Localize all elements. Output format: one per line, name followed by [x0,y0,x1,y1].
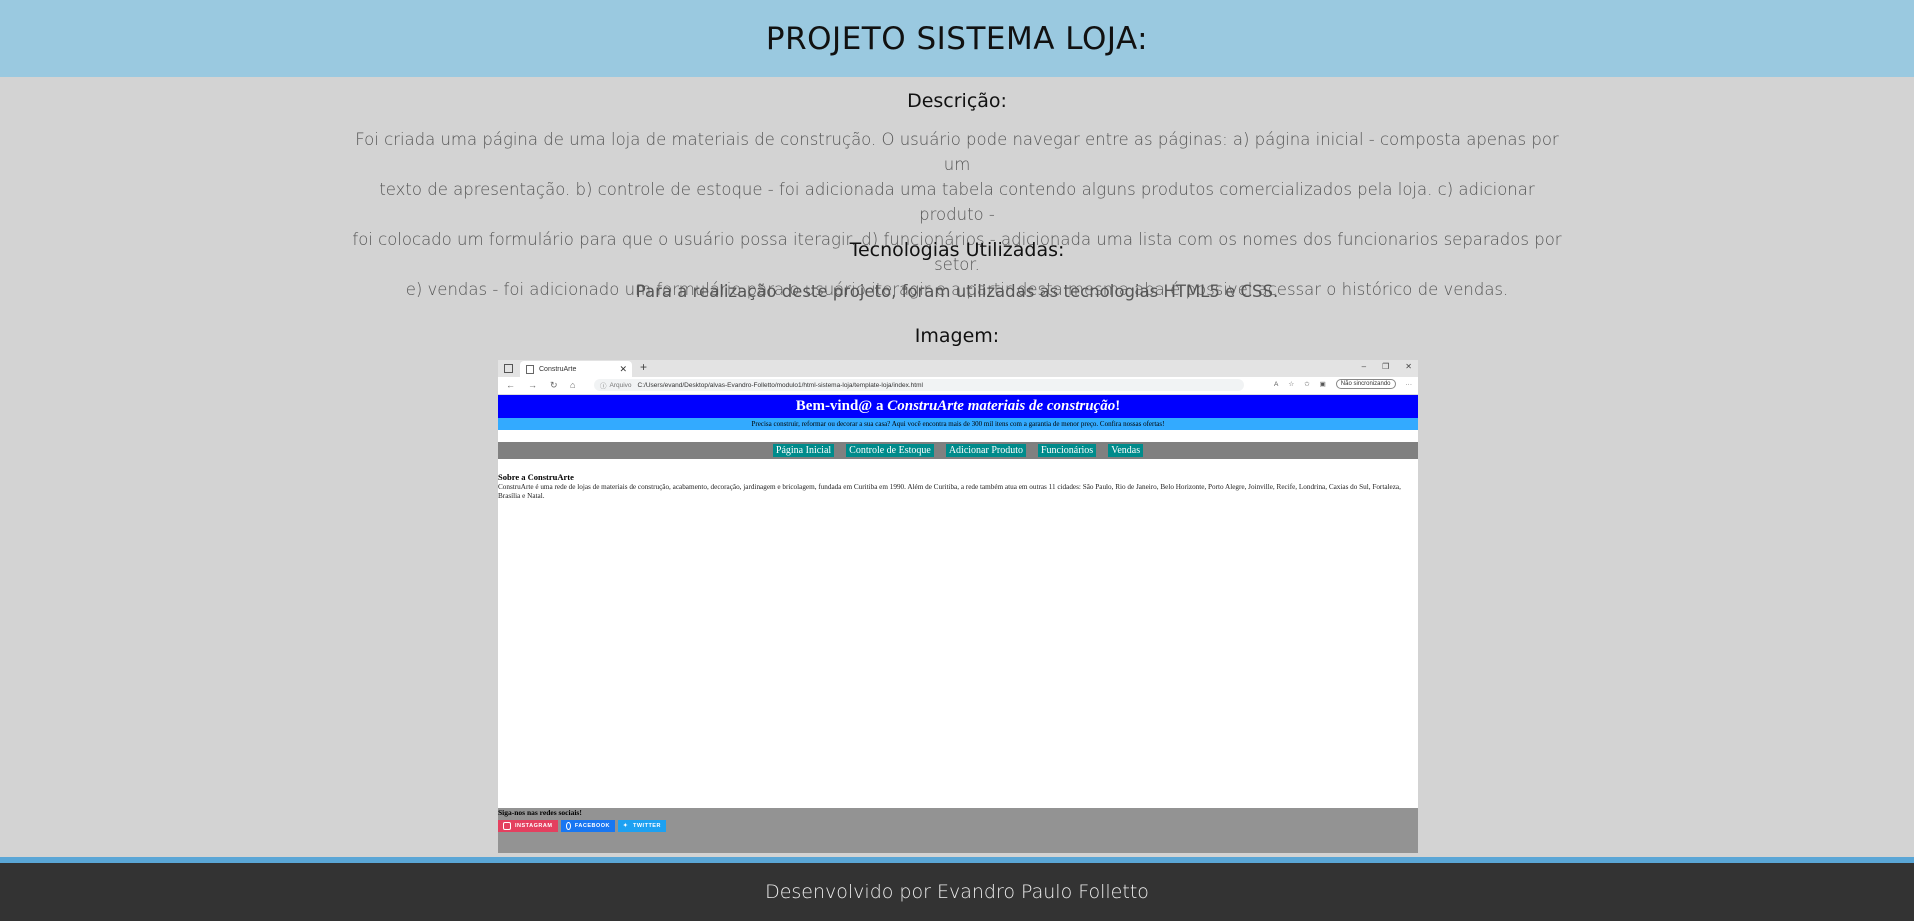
minimize-icon: – [1361,362,1367,371]
tab-title: ConstruArte [539,365,577,373]
description-title: Descrição: [907,90,1007,112]
facebook-icon [566,822,571,830]
browser-addressbar: ← → ↻ ⌂ ⓘ Arquivo C:/Users/evand/Desktop… [498,377,1418,395]
instagram-button: INSTAGRAM [498,820,558,832]
inner-nav: Página Inicial Controle de Estoque Adici… [498,442,1418,459]
home-icon: ⌂ [570,380,576,390]
browser-toolbar-right: A ☆ ✩ ▣ Não sincronizando ··· [1274,379,1412,389]
more-icon: ··· [1405,380,1413,388]
image-title: Imagem: [914,325,1000,347]
url-field: ⓘ Arquivo C:/Users/evand/Desktop/alvas-E… [594,379,1244,391]
url-text: C:/Users/evand/Desktop/alvas-Evandro-Fol… [637,381,923,389]
page-footer: Desenvolvido por Evandro Paulo Folletto [0,863,1914,921]
inner-nav-employees: Funcionários [1037,444,1097,457]
instagram-label: INSTAGRAM [515,823,553,829]
favorites-list-icon: ✩ [1304,381,1310,388]
inner-nav-add-product: Adicionar Produto [945,444,1026,457]
inner-subtitle: Precisa construir, reformar ou decorar a… [498,418,1418,430]
twitter-icon: ✦ [623,823,629,829]
inner-nav-stock: Controle de Estoque [846,444,934,457]
description-line: texto de apresentação. b) controle de es… [379,180,1535,224]
page-icon [526,364,534,374]
reload-icon: ↻ [550,380,558,390]
address-label: Arquivo [609,381,632,389]
footer-credit: Desenvolvido por Evandro Paulo Folletto [765,881,1149,903]
new-tab-icon: + [640,360,648,374]
browser-tab: ConstruArte ✕ [520,361,632,377]
follow-text: Siga-nos nas redes sociais! [498,808,582,817]
inner-spacer [498,430,1418,442]
technologies-text: Para a realização deste projeto, foram u… [635,282,1279,301]
read-aloud-icon: A [1274,380,1279,388]
project-screenshot: ConstruArte ✕ + – ❐ ✕ ← → ↻ ⌂ ⓘ Arquivo C:… [498,360,1418,853]
inner-nav-sales: Vendas [1108,444,1144,457]
twitter-label: TWITTER [633,823,661,829]
browser-tabbar: ConstruArte ✕ + – ❐ ✕ [498,360,1418,377]
restore-icon: ❐ [1382,362,1390,371]
twitter-button: ✦ TWITTER [618,820,666,832]
back-icon: ← [506,380,515,390]
info-icon: ⓘ [600,383,607,390]
page-title: PROJETO SISTEMA LOJA: [765,20,1149,57]
social-buttons: INSTAGRAM FACEBOOK ✦ TWITTER [498,820,1418,832]
heading-suffix: ! [1115,398,1121,414]
close-icon: ✕ [619,363,627,374]
collections-icon: ▣ [1319,381,1326,388]
facebook-button: FACEBOOK [561,820,615,832]
favorite-icon: ☆ [1288,381,1295,388]
close-window-icon: ✕ [1405,362,1412,371]
heading-brand: ConstruArte materiais de construção [887,398,1116,414]
instagram-icon [503,822,511,830]
facebook-label: FACEBOOK [574,823,610,829]
inner-heading: Bem-vind@ a ConstruArte materiais de con… [498,395,1418,418]
page-header: PROJETO SISTEMA LOJA: [0,0,1914,77]
sync-badge: Não sincronizando [1335,379,1396,389]
about-title: Sobre a ConstruArte [498,472,574,482]
technologies-title: Tecnologias Utilizadas: [849,239,1065,261]
description-line: Foi criada uma página de uma loja de mat… [355,130,1559,174]
inner-nav-home: Página Inicial [772,444,835,457]
forward-icon: → [528,380,537,390]
description-text: Foi criada uma página de uma loja de mat… [345,127,1569,302]
inner-about: Sobre a ConstruArte ConstruArte é uma re… [498,459,1418,501]
inner-footer: Siga-nos nas redes sociais! INSTAGRAM FA… [498,808,1418,853]
window-controls: – ❐ ✕ [1346,362,1412,371]
about-text: ConstruArte é uma rede de lojas de mater… [498,483,1401,500]
tab-actions-icon [504,364,513,373]
heading-prefix: Bem-vind@ a [795,398,888,414]
